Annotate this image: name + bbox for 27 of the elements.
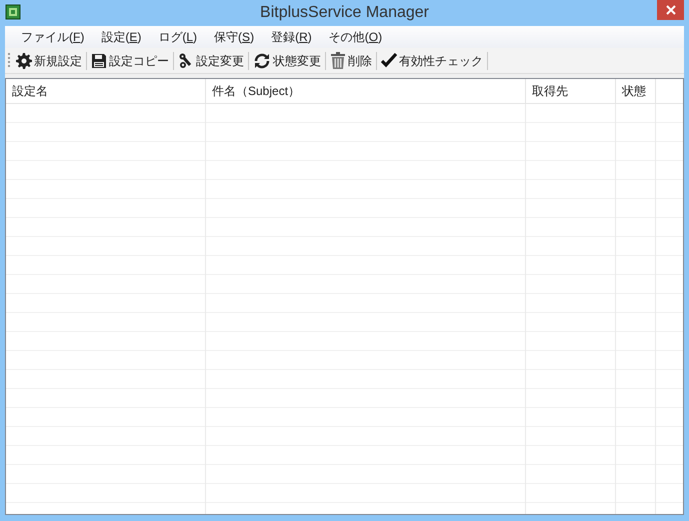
refresh-icon <box>253 52 271 68</box>
menu-item[interactable]: ファイル(F) <box>13 28 92 46</box>
tools-icon <box>178 52 194 68</box>
column-header[interactable]: 状態 <box>616 79 656 103</box>
toolbar-grip-icon <box>8 52 11 70</box>
toolbar-button[interactable]: 新規設定 <box>14 50 84 72</box>
floppy-icon <box>91 52 107 68</box>
trash-icon <box>330 52 346 69</box>
menu-item[interactable]: 保守(S) <box>206 28 262 46</box>
window-title: BitplusService Manager <box>260 3 429 23</box>
checkmark-icon <box>381 52 397 68</box>
close-button[interactable] <box>657 0 684 20</box>
toolbar-button[interactable]: 状態変更 <box>251 50 323 72</box>
column-header[interactable]: 取得先 <box>526 79 616 103</box>
close-icon <box>666 5 676 15</box>
toolbar-button[interactable]: 設定コピー <box>89 50 171 72</box>
app-icon <box>5 4 21 20</box>
gear-icon <box>16 52 32 68</box>
toolbar-button[interactable]: 削除 <box>328 50 374 72</box>
menu-item[interactable]: ログ(L) <box>150 28 206 46</box>
toolbar-button[interactable]: 有効性チェック <box>379 50 485 72</box>
menu-item[interactable]: 設定(E) <box>93 28 150 46</box>
menu-item[interactable]: 登録(R) <box>263 28 320 46</box>
column-header[interactable]: 件名（Subject） <box>206 79 526 103</box>
toolbar-button[interactable]: 設定変更 <box>176 50 246 72</box>
column-header[interactable]: 設定名 <box>6 79 206 103</box>
menu-item[interactable]: その他(O) <box>320 28 390 46</box>
